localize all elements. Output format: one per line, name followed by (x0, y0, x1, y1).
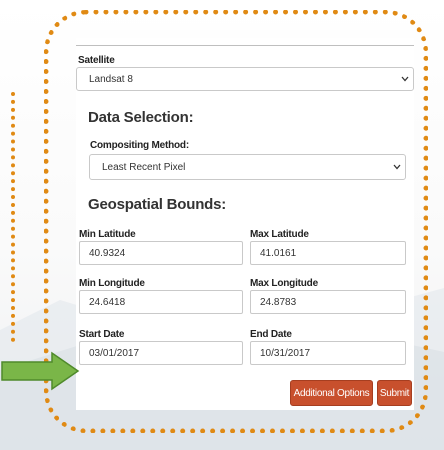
satellite-select[interactable]: Landsat 8 (76, 67, 414, 91)
min-latitude-input[interactable]: 40.9324 (79, 241, 243, 265)
submit-button[interactable]: Submit (377, 380, 412, 406)
chevron-down-icon (389, 155, 405, 179)
compositing-method-value: Least Recent Pixel (102, 161, 186, 173)
compositing-method-select[interactable]: Least Recent Pixel (89, 154, 406, 180)
arrow-right-icon (1, 351, 80, 391)
highlight-dotted-line (11, 92, 15, 342)
max-latitude-label: Max Latitude (250, 229, 309, 240)
max-longitude-label: Max Longitude (250, 278, 318, 289)
data-selection-heading: Data Selection: (88, 109, 194, 126)
start-date-label: Start Date (79, 329, 125, 340)
max-longitude-input[interactable]: 24.8783 (250, 290, 406, 314)
geospatial-bounds-heading: Geospatial Bounds: (88, 196, 227, 213)
satellite-label: Satellite (78, 55, 115, 66)
compositing-method-label: Compositing Method: (90, 140, 189, 151)
end-date-input[interactable]: 10/31/2017 (250, 341, 406, 365)
max-latitude-input[interactable]: 41.0161 (250, 241, 406, 265)
min-longitude-input[interactable]: 24.6418 (79, 290, 243, 314)
min-latitude-label: Min Latitude (79, 229, 136, 240)
chevron-down-icon (397, 67, 413, 91)
start-date-input[interactable]: 03/01/2017 (79, 341, 243, 365)
satellite-value: Landsat 8 (89, 73, 133, 85)
end-date-label: End Date (250, 329, 292, 340)
divider (76, 45, 414, 46)
min-longitude-label: Min Longitude (79, 278, 145, 289)
additional-options-button[interactable]: Additional Options (290, 380, 373, 406)
